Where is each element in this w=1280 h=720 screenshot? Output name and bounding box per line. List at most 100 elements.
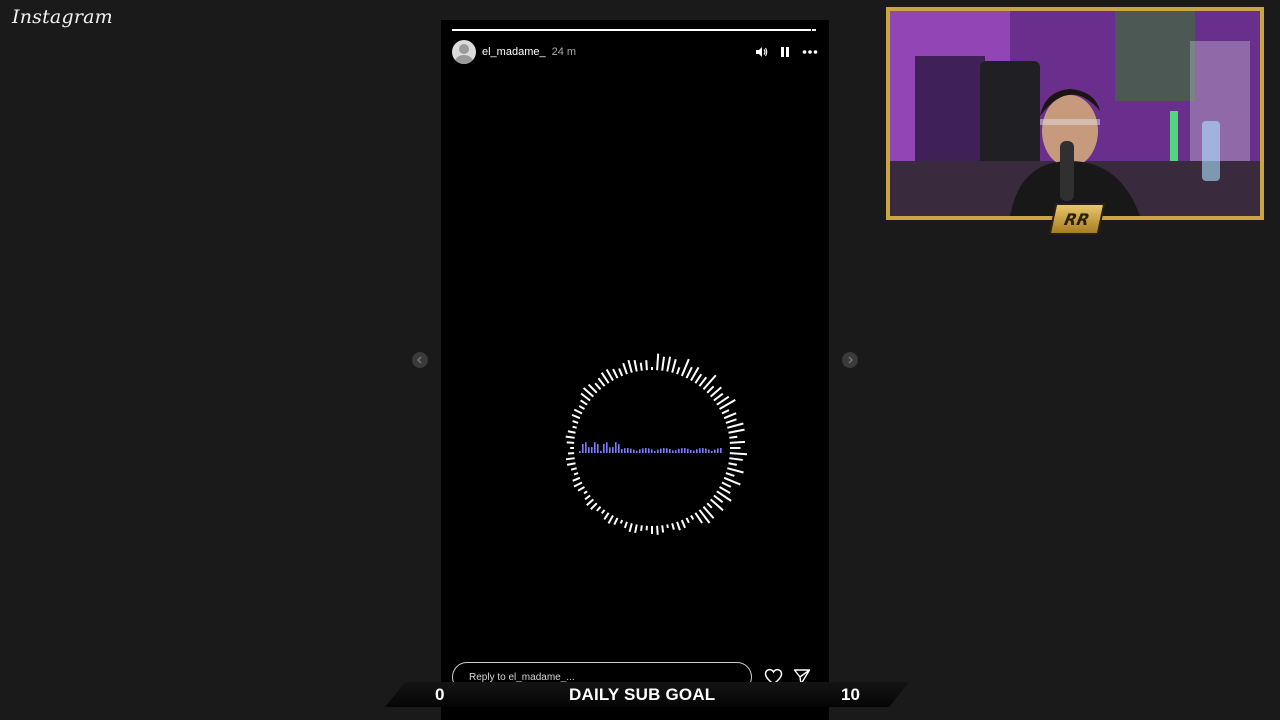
visualizer-ring-bar	[706, 502, 713, 509]
visualizer-wave-bar	[615, 442, 617, 453]
visualizer-ring-bar	[690, 515, 695, 521]
visualizer-ring-bar	[634, 524, 638, 533]
visualizer-ring-bar	[666, 356, 672, 372]
visualizer-ring-bar	[583, 490, 588, 495]
visualizer-wave-bar	[669, 449, 671, 453]
visualizer-ring-bar	[729, 452, 747, 456]
story-viewer[interactable]: el_madame_ 24 m	[441, 20, 829, 720]
visualizer-ring-bar	[573, 472, 579, 476]
visualizer-ring-bar	[728, 462, 737, 466]
visualizer-wave-bar	[639, 449, 641, 453]
webcam-feed	[890, 11, 1260, 216]
visualizer-ring-bar	[723, 476, 741, 486]
visualizer-ring-bar	[590, 502, 598, 510]
audio-visualizer	[565, 353, 747, 535]
visualizer-wave-bar	[699, 448, 701, 453]
visualizer-wave-bar	[654, 450, 656, 453]
visualizer-wave-bar	[696, 449, 698, 453]
visualizer-ring-bar	[719, 486, 731, 495]
visualizer-wave-bar	[642, 448, 644, 453]
visualizer-ring-bar	[618, 368, 624, 377]
visualizer-wave-bar	[582, 443, 584, 453]
visualizer-ring-bar	[601, 509, 606, 515]
visualizer-wave-bar	[624, 448, 626, 453]
previous-story-button[interactable]	[412, 352, 428, 368]
visualizer-wave-bar	[585, 442, 587, 453]
visualizer-ring-bar	[573, 481, 583, 488]
visualizer-wave-bar	[594, 442, 596, 453]
visualizer-ring-bar	[645, 360, 648, 371]
visualizer-wave-bar	[588, 447, 590, 453]
visualizer-ring-bar	[713, 494, 724, 503]
visualizer-wave-bar	[666, 448, 668, 453]
more-options-button[interactable]	[802, 49, 818, 55]
visualizer-ring-bar	[600, 372, 610, 384]
visualizer-waveform	[579, 442, 722, 453]
visualizer-ring-bar	[671, 523, 675, 530]
instagram-logo[interactable]: Instagram	[12, 6, 113, 28]
visualizer-ring-bar	[628, 523, 633, 533]
visualizer-ring-bar	[572, 420, 579, 424]
visualizer-wave-bar	[648, 448, 650, 453]
visualizer-ring-bar	[603, 512, 610, 520]
visualizer-ring-bar	[577, 486, 585, 492]
visualizer-wave-bar	[684, 448, 686, 453]
visualizer-wave-bar	[717, 448, 719, 453]
visualizer-ring-bar	[578, 405, 585, 410]
visualizer-wave-bar	[681, 448, 683, 453]
visualizer-ring-bar	[721, 409, 730, 415]
visualizer-ring-bar	[721, 481, 732, 488]
visualizer-wave-bar	[645, 448, 647, 453]
story-header: el_madame_ 24 m	[452, 39, 818, 65]
visualizer-ring-bar	[573, 408, 583, 415]
mute-button[interactable]	[755, 46, 768, 58]
visualizer-ring-bar	[639, 362, 643, 371]
avatar[interactable]	[452, 40, 476, 64]
visualizer-ring-bar	[572, 425, 577, 429]
visualizer-ring-bar	[661, 356, 666, 371]
visualizer-ring-bar	[680, 519, 686, 529]
visualizer-ring-bar	[619, 519, 624, 524]
more-icon	[802, 50, 818, 54]
visualizer-ring-bar	[729, 435, 738, 439]
visualizer-wave-bar	[591, 447, 593, 453]
visualizer-ring-bar	[728, 428, 745, 434]
visualizer-ring-bar	[671, 359, 677, 373]
visualizer-ring-bar	[594, 382, 602, 391]
visualizer-ring-bar	[584, 494, 591, 501]
story-username[interactable]: el_madame_	[482, 46, 546, 58]
visualizer-ring-bar	[723, 412, 737, 420]
visualizer-wave-bar	[630, 448, 632, 453]
visualizer-ring-bar	[676, 521, 681, 531]
visualizer-wave-bar	[693, 450, 695, 453]
visualizer-ring-bar	[623, 521, 628, 529]
visualizer-ring-bar	[694, 373, 703, 384]
visualizer-wave-bar	[687, 448, 689, 453]
next-story-button[interactable]	[842, 352, 858, 368]
visualizer-ring-bar	[729, 457, 743, 461]
visualizer-ring-bar	[685, 366, 693, 379]
visualizer-ring-bar	[706, 385, 715, 394]
visualizer-wave-bar	[678, 448, 680, 453]
pause-button[interactable]	[780, 46, 790, 58]
visualizer-ring-bar	[685, 517, 690, 524]
visualizer-ring-bar	[572, 476, 581, 482]
goal-start-value: 0	[435, 685, 445, 704]
pause-icon	[781, 47, 789, 57]
visualizer-ring-bar	[587, 383, 598, 394]
visualizer-ring	[565, 353, 747, 535]
visualizer-wave-bar	[714, 449, 716, 453]
visualizer-wave-bar	[657, 449, 659, 453]
visualizer-ring-bar	[698, 376, 708, 387]
visualizer-ring-bar	[607, 515, 614, 524]
visualizer-ring-bar	[661, 525, 665, 533]
visualizer-ring-bar	[570, 467, 577, 471]
visualizer-ring-bar	[633, 359, 638, 372]
visualizer-ring-bar	[725, 418, 737, 424]
visualizer-ring-bar	[580, 392, 591, 402]
channel-badge: RR	[1048, 203, 1106, 235]
visualizer-ring-bar	[656, 353, 660, 371]
visualizer-wave-bar	[579, 451, 581, 453]
story-progress-bar	[452, 29, 818, 31]
visualizer-ring-bar	[694, 512, 703, 524]
